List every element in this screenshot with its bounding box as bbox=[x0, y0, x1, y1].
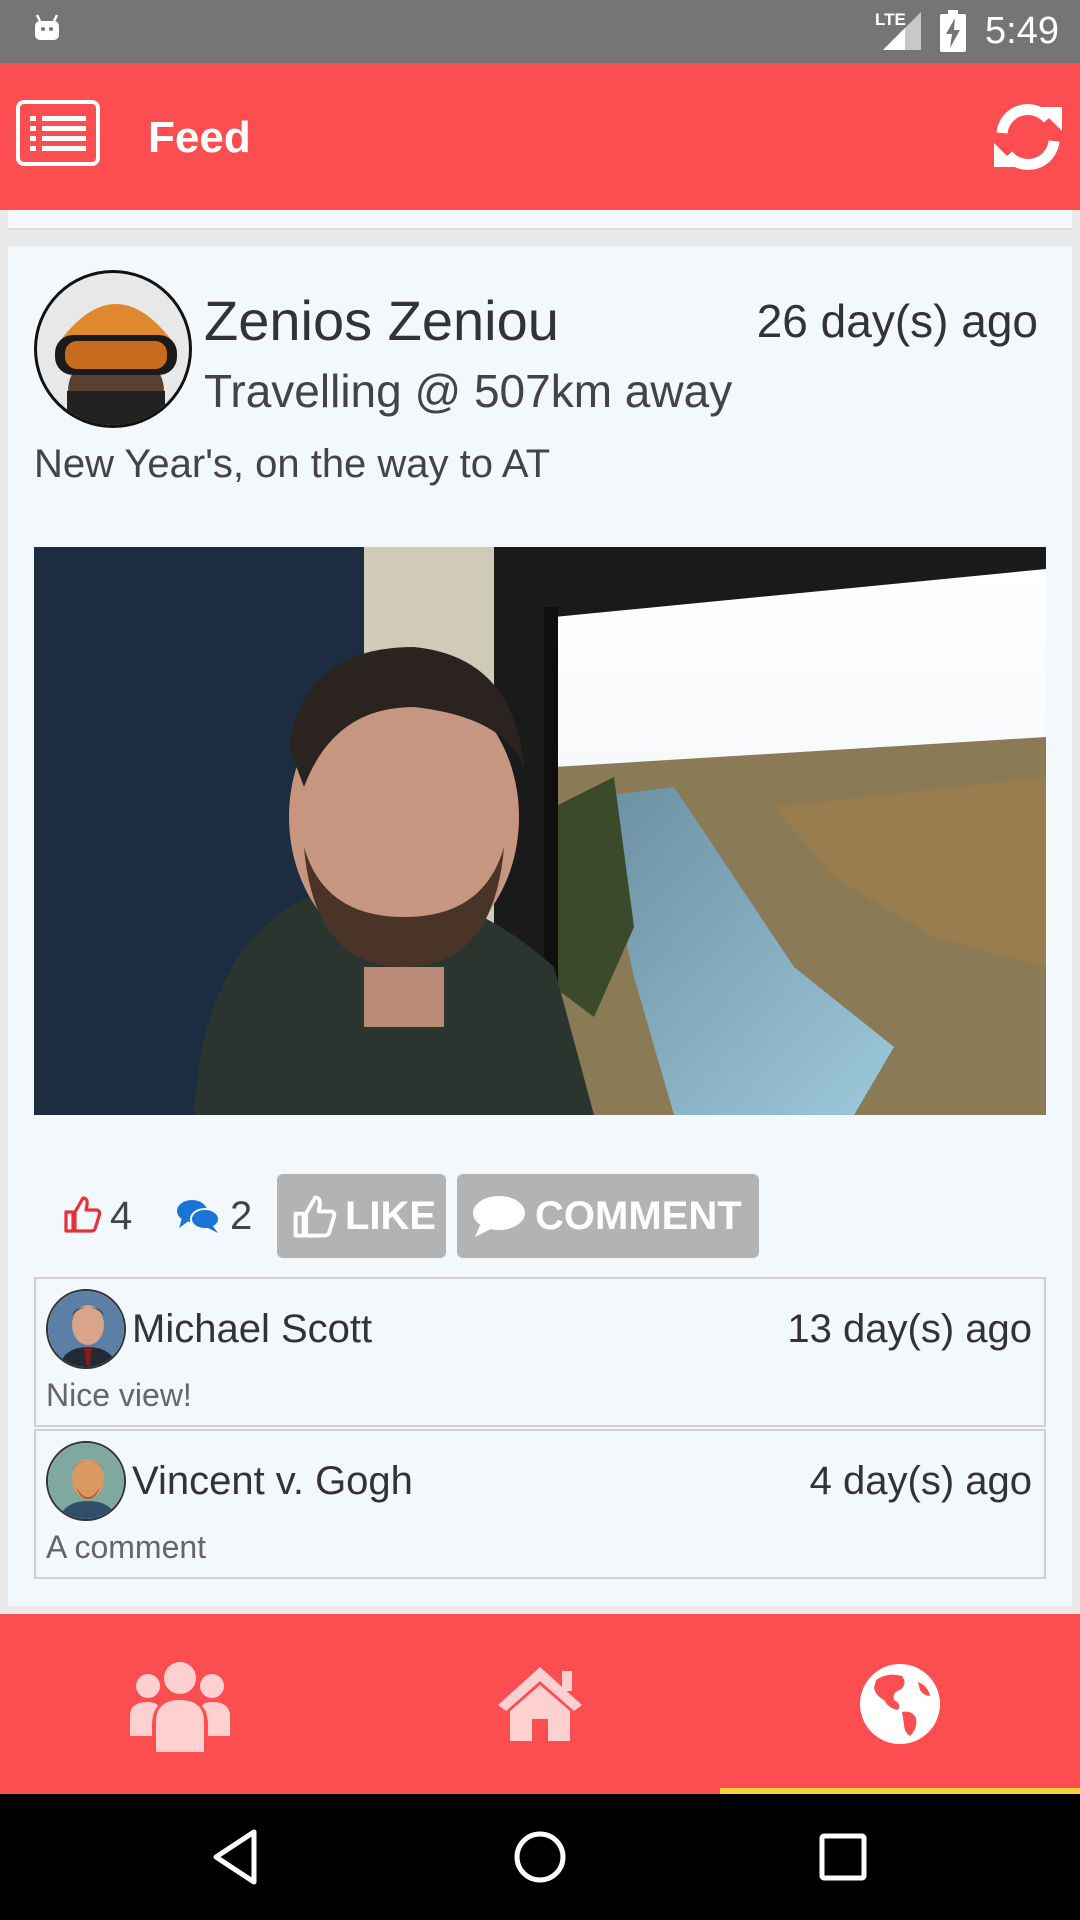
feed-screen: LTE 5:49 Feed Zenios Zeniou 26 day(s) ag… bbox=[0, 0, 1080, 1920]
globe-icon bbox=[860, 1664, 940, 1744]
comment-item: Vincent v. Gogh 4 day(s) ago A comment bbox=[34, 1429, 1046, 1579]
home-icon bbox=[498, 1667, 582, 1741]
nav-friends-tab[interactable] bbox=[0, 1614, 360, 1794]
commenter-avatar[interactable] bbox=[46, 1289, 126, 1369]
post-author-name[interactable]: Zenios Zeniou bbox=[204, 288, 559, 353]
comment-button-label: COMMENT bbox=[535, 1193, 742, 1238]
refresh-icon[interactable] bbox=[990, 99, 1066, 175]
speech-bubble-icon bbox=[473, 1196, 525, 1237]
comment-text: Nice view! bbox=[46, 1377, 192, 1413]
android-notification-icon bbox=[35, 14, 59, 40]
feed-divider bbox=[8, 210, 1072, 230]
home-circle-icon[interactable] bbox=[507, 1824, 573, 1890]
like-button-label: LIKE bbox=[345, 1193, 437, 1238]
comment-button[interactable]: COMMENT bbox=[457, 1174, 759, 1258]
comment-count: 2 bbox=[230, 1194, 253, 1238]
users-icon bbox=[130, 1662, 230, 1752]
nav-home-tab[interactable] bbox=[360, 1614, 720, 1794]
comment-timestamp: 13 day(s) ago bbox=[787, 1307, 1032, 1351]
bottom-navigation bbox=[0, 1614, 1080, 1794]
post-caption: New Year's, on the way to AT bbox=[34, 442, 551, 486]
comment-text: A comment bbox=[46, 1529, 207, 1565]
post-timestamp: 26 day(s) ago bbox=[756, 295, 1038, 347]
like-button[interactable]: LIKE bbox=[277, 1174, 446, 1258]
post-card: Zenios Zeniou 26 day(s) ago Travelling @… bbox=[8, 246, 1072, 1606]
commenter-name[interactable]: Michael Scott bbox=[132, 1307, 372, 1352]
thumbs-up-icon bbox=[293, 1195, 337, 1238]
comment-item: Michael Scott 13 day(s) ago Nice view! bbox=[34, 1277, 1046, 1427]
nav-world-tab[interactable] bbox=[720, 1614, 1080, 1794]
post-photo[interactable] bbox=[34, 547, 1046, 1115]
post-location: Travelling @ 507km away bbox=[204, 365, 733, 417]
comment-timestamp: 4 day(s) ago bbox=[809, 1459, 1032, 1503]
thumbs-up-icon bbox=[64, 1196, 102, 1233]
app-bar: Feed bbox=[0, 63, 1080, 210]
battery-charging-icon bbox=[940, 10, 966, 52]
back-icon[interactable] bbox=[204, 1824, 270, 1890]
list-menu-icon[interactable] bbox=[16, 100, 100, 166]
network-type: LTE bbox=[875, 10, 906, 29]
author-avatar[interactable] bbox=[34, 270, 192, 428]
commenter-avatar[interactable] bbox=[46, 1441, 126, 1521]
status-bar: LTE 5:49 bbox=[0, 0, 1080, 63]
recents-icon[interactable] bbox=[810, 1824, 876, 1890]
clock: 5:49 bbox=[985, 10, 1059, 52]
comments-icon bbox=[177, 1200, 220, 1233]
system-navigation-bar bbox=[0, 1794, 1080, 1920]
page-title: Feed bbox=[148, 113, 251, 162]
like-count: 4 bbox=[110, 1194, 133, 1238]
commenter-name[interactable]: Vincent v. Gogh bbox=[132, 1459, 413, 1504]
